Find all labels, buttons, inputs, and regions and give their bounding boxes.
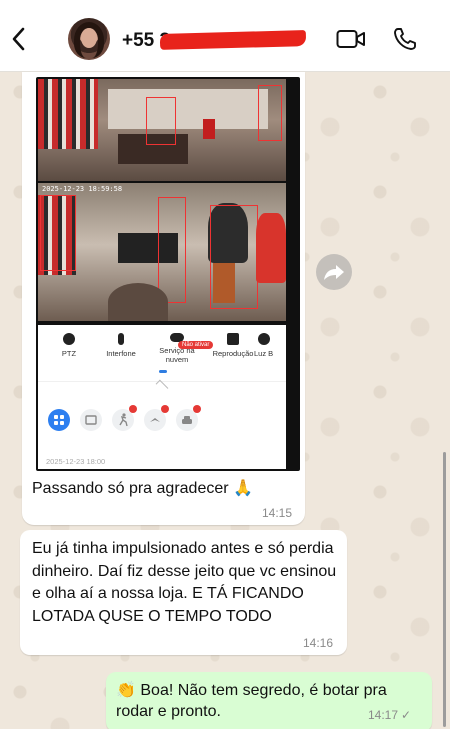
grid-icon: [54, 415, 64, 425]
intercom-control[interactable]: Interfone: [94, 333, 148, 358]
message-text: Eu já tinha impulsionado antes e só perd…: [32, 540, 337, 625]
ptz-icon: [63, 333, 75, 345]
contact-avatar[interactable]: [68, 18, 110, 60]
vehicle-detect-button[interactable]: [176, 405, 201, 431]
chat-scrollbar[interactable]: [443, 452, 446, 727]
motion-detect-button[interactable]: [112, 405, 137, 431]
message-time: 14:15: [262, 506, 293, 520]
lamp-icon: [258, 333, 270, 345]
microphone-icon: [118, 333, 124, 345]
lock-icon: [193, 405, 201, 413]
camera-timestamp: 2025-12-23 18:59:58: [42, 185, 123, 193]
forward-button[interactable]: [316, 254, 352, 290]
image-button[interactable]: [80, 409, 102, 431]
message-time: 14:17 ✓: [368, 708, 412, 722]
camera-feed-1: [38, 79, 286, 181]
lock-icon: [161, 405, 169, 413]
forward-arrow-icon: [324, 265, 344, 280]
grid-view-button[interactable]: [48, 409, 70, 431]
recording-date: 2025-12-23 18:00: [46, 457, 106, 466]
phone-icon: [394, 28, 416, 50]
ptz-control[interactable]: PTZ: [42, 333, 96, 358]
voice-call-button[interactable]: [392, 26, 418, 52]
lock-icon: [129, 405, 137, 413]
page-indicator: [159, 370, 167, 373]
back-button[interactable]: [6, 24, 30, 54]
redaction-mark: [159, 30, 307, 50]
video-camera-icon: [336, 30, 365, 48]
sd-card-icon: [227, 333, 239, 345]
message-time: 14:16: [303, 636, 334, 650]
image-caption: Passando só pra agradecer 🙏: [32, 480, 253, 497]
playback-control[interactable]: Reprodução: [206, 333, 260, 358]
pet-detect-button[interactable]: [144, 405, 169, 431]
camera-app-panel: PTZ Interfone Serviço na nuvem Não ativa…: [38, 325, 286, 469]
shared-screenshot-image[interactable]: 2025-12-23 18:59:58 PTZ Interfone Serviç…: [36, 77, 300, 471]
incoming-message-bubble[interactable]: Eu já tinha impulsionado antes e só perd…: [20, 530, 347, 655]
video-call-button[interactable]: [336, 28, 366, 50]
image-icon: [85, 415, 97, 425]
sent-check-icon: ✓: [401, 708, 412, 722]
camera-feed-2: 2025-12-23 18:59:58: [38, 183, 286, 321]
chevron-left-icon: [12, 27, 25, 51]
light-control[interactable]: Luz B: [254, 333, 294, 358]
chat-header: +55 3: [0, 0, 450, 72]
outgoing-message-bubble[interactable]: 👏 Boa! Não tem segredo, é botar pra roda…: [106, 672, 432, 729]
